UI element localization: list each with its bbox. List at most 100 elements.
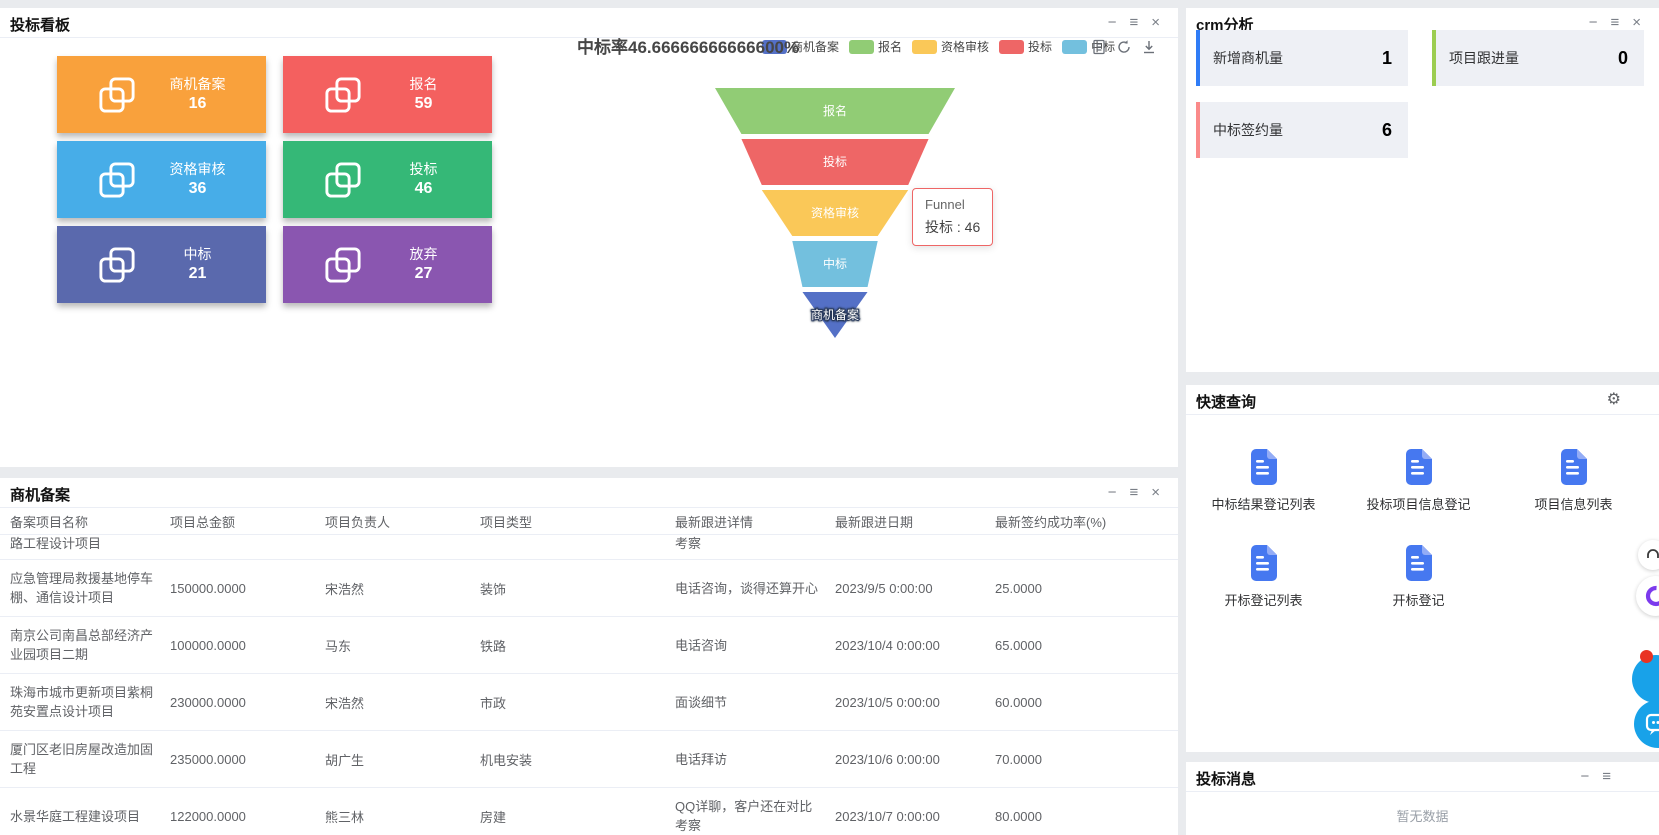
cell-owner: 宋浩然: [325, 693, 480, 712]
crm-stats: 新增商机量 1 项目跟进量 0 中标签约量 6: [1196, 30, 1646, 158]
card-label: 放弃: [410, 246, 438, 262]
funnel-legend: 商机备案报名资格审核投标中标: [762, 38, 1115, 55]
crm-stat-new-opportunities[interactable]: 新增商机量 1: [1196, 30, 1408, 86]
table-row[interactable]: 应急管理局救援基地停车棚、通信设计项目 150000.0000 宋浩然 装饰 电…: [0, 560, 1178, 617]
dashboard-title: 投标看板: [10, 14, 70, 35]
refresh-icon[interactable]: [1115, 38, 1133, 56]
funnel-segment-label: 商机备案: [811, 307, 859, 322]
menu-icon[interactable]: ≡: [1602, 767, 1611, 787]
close-icon[interactable]: ×: [1151, 483, 1160, 503]
cell-project-name: 路工程设计项目: [10, 535, 170, 552]
col-header: 备案项目名称: [10, 512, 170, 531]
minimize-icon[interactable]: −: [1108, 13, 1117, 33]
minimize-icon[interactable]: −: [1108, 483, 1117, 503]
table-row[interactable]: 水景华庭工程建设项目 122000.0000 熊三林 房建 QQ详聊，客户还在对…: [0, 788, 1178, 835]
crm-stat-followups[interactable]: 项目跟进量 0: [1432, 30, 1644, 86]
download-icon[interactable]: [1140, 38, 1158, 56]
table-column-headers: 备案项目名称 项目总金额 项目负责人 项目类型 最新跟进详情 最新跟进日期 最新…: [0, 508, 1178, 535]
headset-icon: [1645, 547, 1659, 563]
table-row[interactable]: 厦门区老旧房屋改造加固工程 235000.0000 胡广生 机电安装 电话拜访 …: [0, 731, 1178, 788]
card-abandon[interactable]: 放弃 27: [283, 226, 492, 303]
table-row[interactable]: 珠海市城市更新项目紫桐苑安置点设计项目 230000.0000 宋浩然 市政 面…: [0, 674, 1178, 731]
copy-squares-icon: [323, 245, 363, 285]
cell-project-name: 水景华庭工程建设项目: [10, 807, 170, 826]
cell-type: 机电安装: [480, 750, 675, 769]
tooltip-series-name: Funnel: [925, 197, 980, 212]
file-icon: [1247, 543, 1281, 583]
quick-link-win-result-list[interactable]: 中标结果登记列表: [1186, 447, 1341, 513]
quick-link-open-bid-list[interactable]: 开标登记列表: [1186, 543, 1341, 609]
close-icon[interactable]: ×: [1151, 13, 1160, 33]
stat-accent-bar: [1196, 30, 1200, 86]
cell-follow-detail: 电话咨询，谈得还算开心: [675, 579, 835, 598]
cell-success-rate: 25.0000: [995, 581, 1178, 596]
cell-success-rate: 70.0000: [995, 752, 1178, 767]
business-record-window: 商机备案 − ≡ × 备案项目名称 项目总金额 项目负责人 项目类型 最新跟进详…: [0, 478, 1178, 835]
cell-follow-detail: 电话咨询: [675, 636, 835, 655]
crm-stat-signed-wins[interactable]: 中标签约量 6: [1196, 102, 1408, 158]
quick-link-open-bid-register[interactable]: 开标登记: [1341, 543, 1496, 609]
gear-icon[interactable]: ⚙: [1607, 391, 1621, 409]
cell-follow-date: 2023/9/5 0:00:00: [835, 581, 995, 596]
cell-type: 市政: [480, 693, 675, 712]
cell-type: 装饰: [480, 579, 675, 598]
card-label: 中标: [184, 246, 212, 262]
legend-label: 投标: [1028, 38, 1052, 55]
legend-item[interactable]: 报名: [849, 38, 902, 55]
stat-accent-bar: [1432, 30, 1436, 86]
cell-owner: 熊三林: [325, 807, 480, 826]
notification-dot: [1640, 650, 1653, 663]
document-icon[interactable]: [1090, 38, 1108, 56]
quick-links: 中标结果登记列表 投标项目信息登记 项目信息列表: [1186, 447, 1651, 609]
cell-project-name: 南京公司南昌总部经济产业园项目二期: [10, 626, 170, 664]
table-row-clipped[interactable]: 路工程设计项目 考察: [0, 535, 1178, 560]
card-win[interactable]: 中标 21: [57, 226, 266, 303]
card-signup[interactable]: 报名 59: [283, 56, 492, 133]
card-business-record[interactable]: 商机备案 16: [57, 56, 266, 133]
card-qualification[interactable]: 资格审核 36: [57, 141, 266, 218]
empty-data-text: 暂无数据: [1186, 806, 1659, 825]
cell-follow-date: 2023/10/7 0:00:00: [835, 809, 995, 824]
card-value: 36: [189, 180, 207, 197]
stat-value: 1: [1382, 48, 1392, 69]
copy-squares-icon: [97, 75, 137, 115]
cell-type: 铁路: [480, 636, 675, 655]
card-label: 报名: [410, 76, 438, 92]
bid-messages-window: 投标消息 − ≡ 暂无数据: [1186, 762, 1659, 835]
card-value: 27: [415, 265, 433, 282]
legend-label: 商机备案: [791, 38, 839, 55]
cell-follow-date: 2023/10/6 0:00:00: [835, 752, 995, 767]
menu-icon[interactable]: ≡: [1129, 483, 1138, 503]
col-header: 最新跟进详情: [675, 512, 835, 531]
menu-icon[interactable]: ≡: [1129, 13, 1138, 33]
card-bid[interactable]: 投标 46: [283, 141, 492, 218]
col-header: 项目类型: [480, 512, 675, 531]
card-value: 16: [189, 95, 207, 112]
cell-follow-detail: QQ详聊，客户还在对比考察: [675, 797, 835, 835]
minimize-icon[interactable]: −: [1580, 767, 1589, 787]
table-panel-title: 商机备案: [10, 484, 70, 505]
quick-link-label: 项目信息列表: [1534, 494, 1612, 513]
legend-label: 报名: [878, 38, 902, 55]
quick-link-project-info-list[interactable]: 项目信息列表: [1496, 447, 1651, 513]
legend-swatch: [999, 40, 1024, 54]
table-row[interactable]: 南京公司南昌总部经济产业园项目二期 100000.0000 马东 铁路 电话咨询…: [0, 617, 1178, 674]
tooltip-value: 投标 : 46: [925, 217, 980, 237]
stat-value: 6: [1382, 120, 1392, 141]
quick-link-label: 开标登记: [1392, 590, 1444, 609]
funnel-segment-label: 投标: [823, 154, 847, 169]
copy-squares-icon: [97, 245, 137, 285]
cell-amount: 100000.0000: [170, 638, 325, 653]
legend-item[interactable]: 商机备案: [762, 38, 839, 55]
quick-query-window: 快速查询 ⚙ 中标结果登记列表 投标项目信息登记: [1186, 385, 1659, 752]
cell-type: 房建: [480, 807, 675, 826]
quick-link-label: 投标项目信息登记: [1366, 494, 1470, 513]
legend-item[interactable]: 资格审核: [912, 38, 989, 55]
col-header: 项目总金额: [170, 512, 325, 531]
legend-swatch: [912, 40, 937, 54]
legend-item[interactable]: 投标: [999, 38, 1052, 55]
bidding-dashboard-window: 投标看板 − ≡ × 商机备案 16 报名 59: [0, 8, 1178, 467]
file-icon: [1247, 447, 1281, 487]
quick-link-bid-info-register[interactable]: 投标项目信息登记: [1341, 447, 1496, 513]
table-header-bar: 商机备案 − ≡ ×: [0, 478, 1178, 508]
